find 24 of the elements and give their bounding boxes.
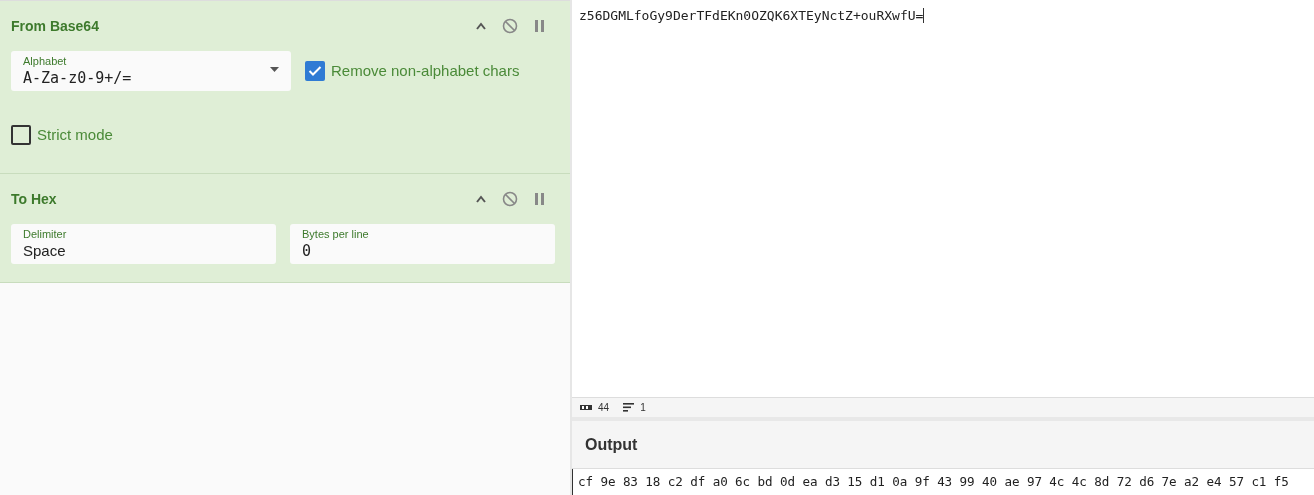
disable-icon[interactable]: [502, 191, 518, 207]
pause-icon[interactable]: [535, 20, 545, 32]
output-title: Output: [585, 434, 638, 455]
input-field[interactable]: Delimiter Space: [11, 224, 276, 264]
line-count: 1: [640, 401, 646, 415]
operation-title: To Hex: [11, 189, 58, 209]
character-count: 44: [598, 401, 610, 415]
disable-icon[interactable]: [502, 18, 518, 34]
checkbox[interactable]: [305, 61, 325, 81]
length-icon: [580, 405, 592, 410]
output-text: cf 9e 83 18 c2 df a0 6c bd 0d ea d3 15 d1 0a 9f 43 99 40 ae 97 4c 4c 8d 72 d6 7e a2 e4 57 c1 f5: [572, 469, 1314, 495]
check-icon: [308, 65, 322, 77]
collapse-icon[interactable]: [475, 22, 487, 30]
checkbox-label: Strict mode: [37, 124, 113, 145]
checkbox-label: Remove non-alphabet chars: [331, 60, 520, 81]
dropdown-field[interactable]: Alphabet A-Za-z0-9+/=: [11, 51, 291, 91]
input-text-area[interactable]: z56DGMLfoGy9DerTFdEKn0OZQK6XTEyNctZ+ouRXwfU=: [572, 0, 1314, 397]
checkbox[interactable]: [11, 125, 31, 145]
pause-icon[interactable]: [535, 193, 545, 205]
collapse-icon[interactable]: [475, 195, 487, 203]
caret-icon: [270, 67, 279, 72]
input-field[interactable]: Bytes per line 0: [290, 224, 555, 264]
lines-icon: [623, 403, 635, 412]
operation-title: From Base64: [11, 16, 100, 36]
